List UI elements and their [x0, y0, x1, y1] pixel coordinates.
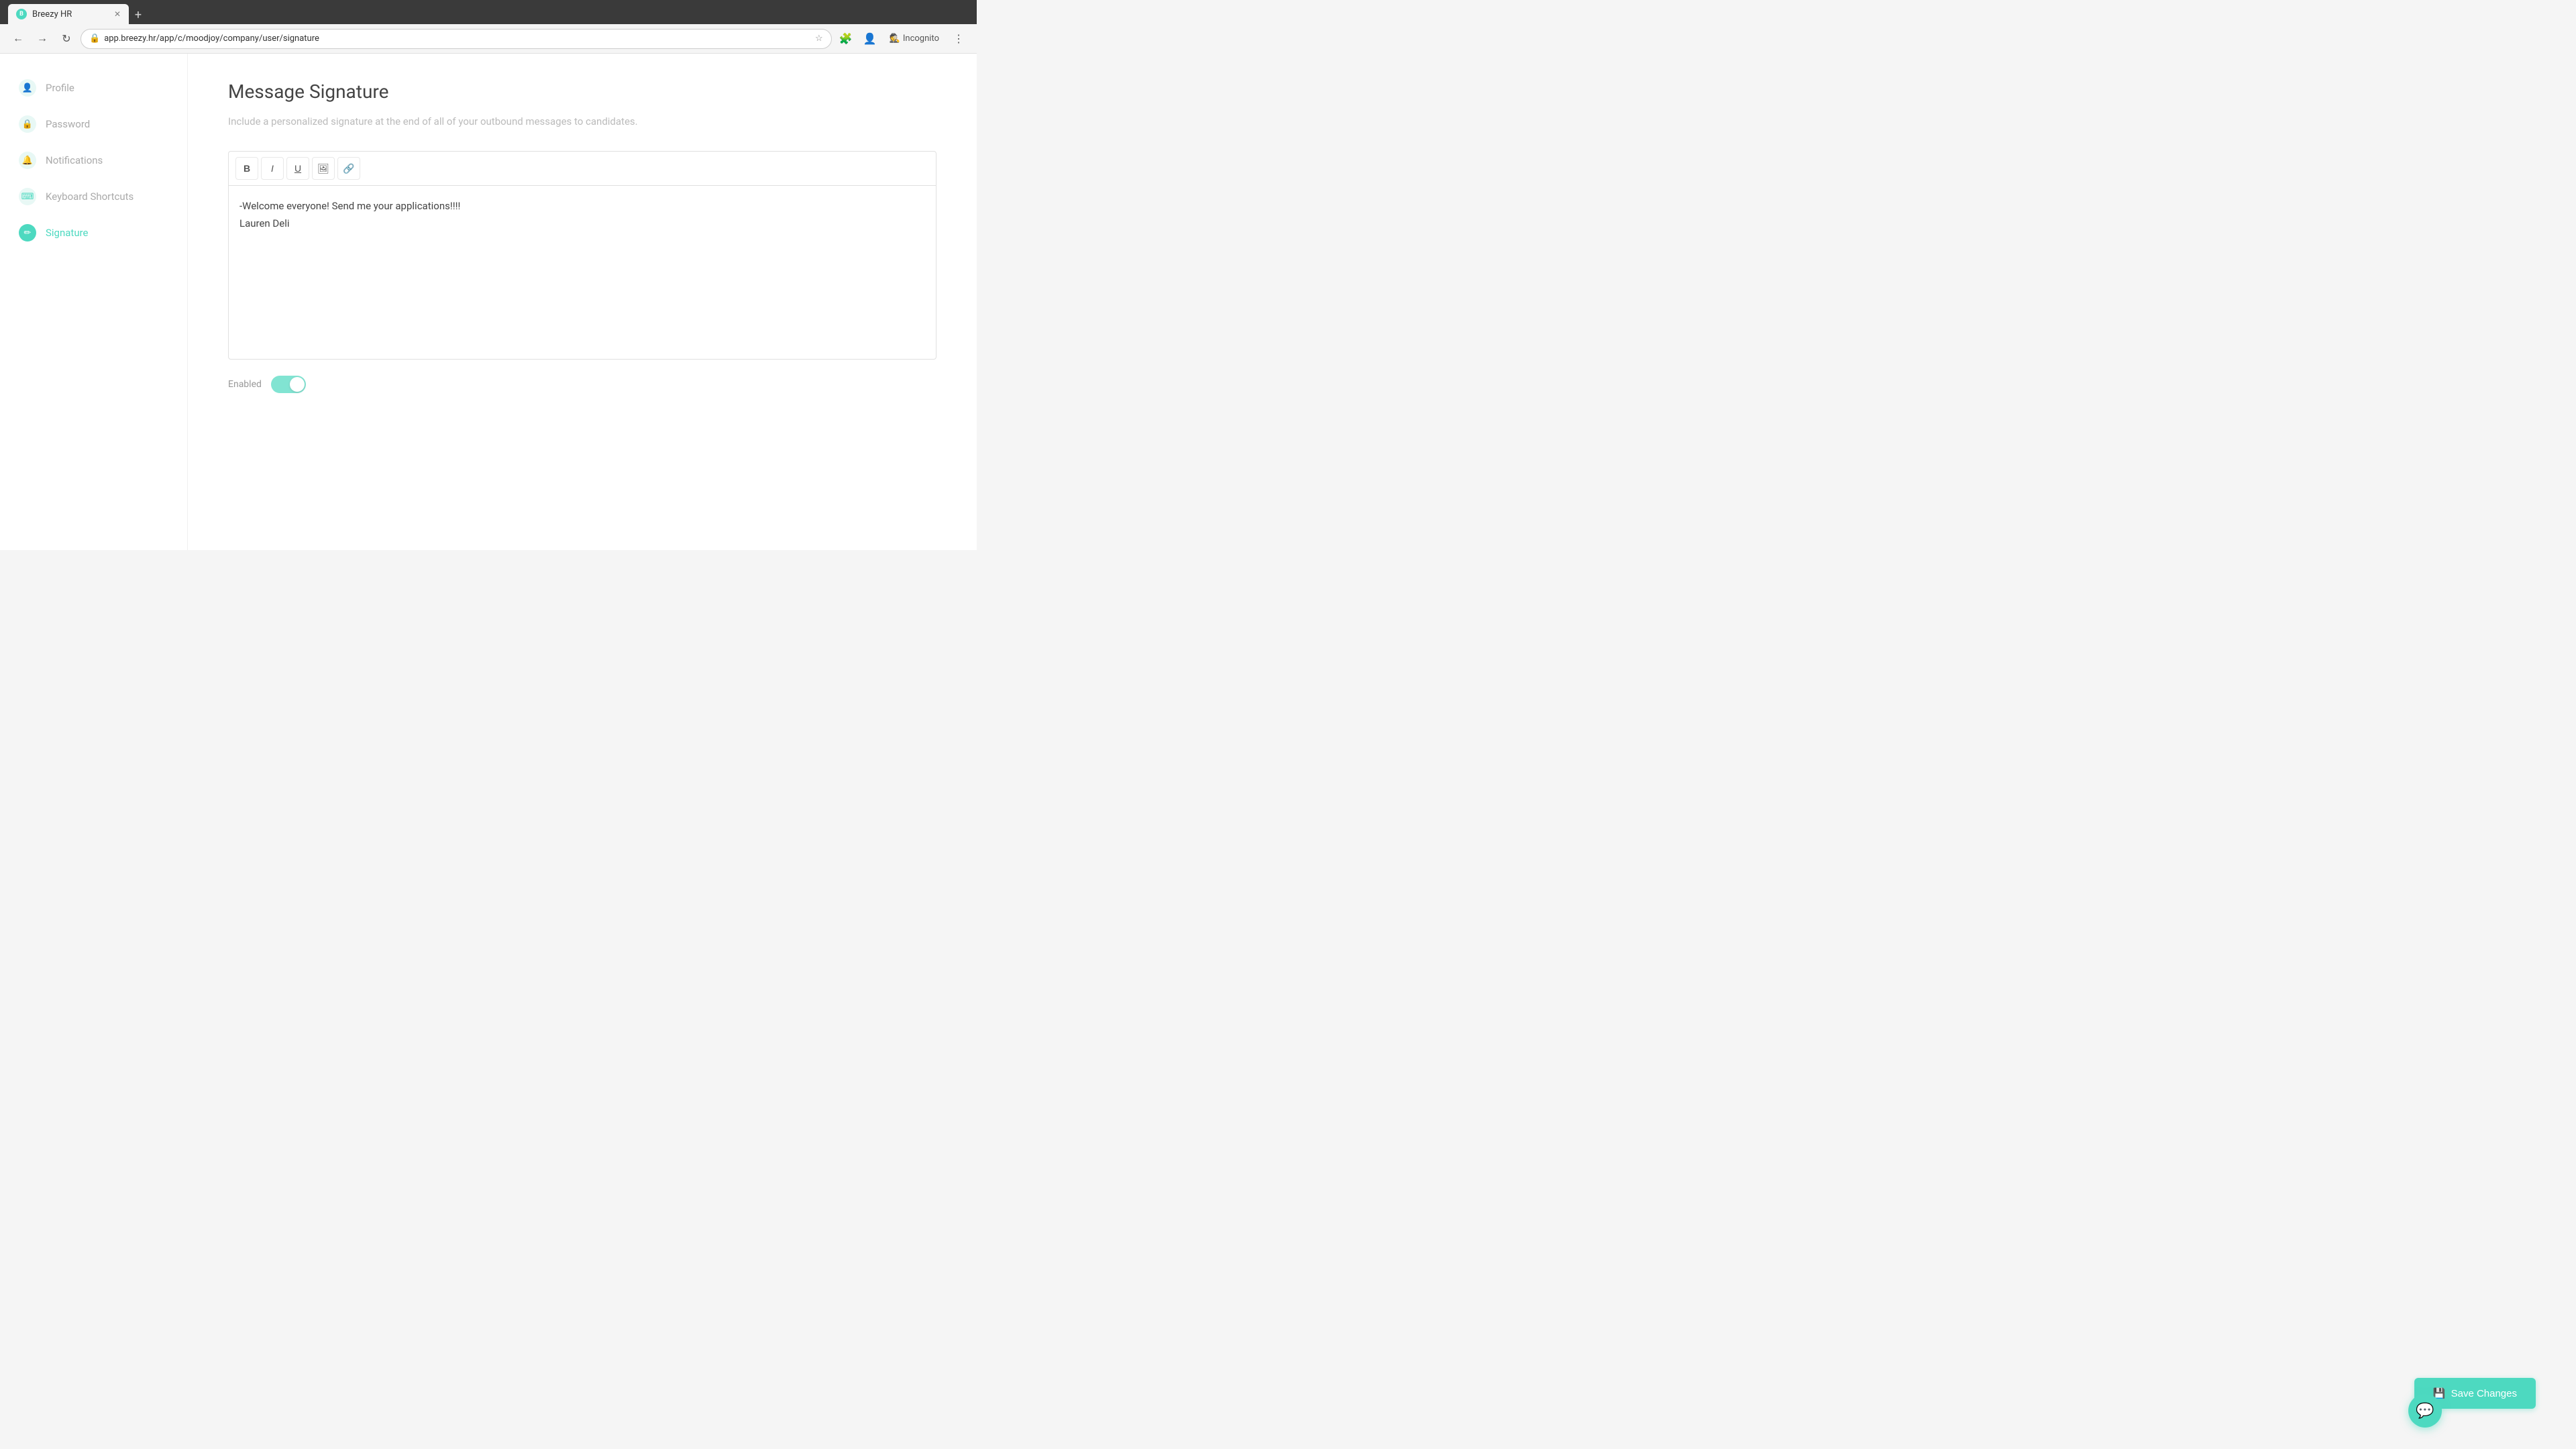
- extensions-button[interactable]: 🧩: [836, 29, 856, 49]
- image-button[interactable]: 🖼: [312, 157, 335, 180]
- sidebar-label-password: Password: [46, 118, 90, 130]
- lock-icon: 🔒: [89, 34, 100, 44]
- toggle-label: Enabled: [228, 379, 262, 390]
- url-text: app.breezy.hr/app/c/moodjoy/company/user…: [104, 34, 811, 44]
- profile-icon: 👤: [19, 79, 36, 97]
- toggle-row: Enabled: [228, 376, 936, 393]
- image-icon: 🖼: [317, 163, 329, 174]
- sidebar-label-signature: Signature: [46, 227, 89, 239]
- menu-button[interactable]: ⋮: [949, 29, 969, 49]
- sidebar-label-notifications: Notifications: [46, 154, 103, 166]
- tab-title: Breezy HR: [32, 9, 72, 19]
- bold-button[interactable]: B: [235, 157, 258, 180]
- tab-favicon: B: [16, 9, 27, 19]
- sidebar-item-password[interactable]: 🔒 Password: [0, 106, 187, 142]
- sidebar-item-profile[interactable]: 👤 Profile: [0, 70, 187, 106]
- app-container: 👤 Profile 🔒 Password 🔔 Notifications ⌨ K…: [0, 54, 977, 550]
- tab-bar: B Breezy HR ✕ +: [0, 0, 977, 24]
- sidebar: 👤 Profile 🔒 Password 🔔 Notifications ⌨ K…: [0, 54, 188, 550]
- underline-button[interactable]: U: [286, 157, 309, 180]
- link-button[interactable]: 🔗: [337, 157, 360, 180]
- address-bar[interactable]: 🔒 app.breezy.hr/app/c/moodjoy/company/us…: [80, 29, 832, 49]
- save-label: Save Changes: [2451, 1388, 2517, 1399]
- sidebar-label-keyboard-shortcuts: Keyboard Shortcuts: [46, 191, 133, 203]
- profile-button[interactable]: 👤: [860, 29, 880, 49]
- refresh-button[interactable]: ↻: [56, 29, 76, 49]
- forward-button[interactable]: →: [32, 29, 52, 49]
- tab-close-button[interactable]: ✕: [114, 9, 121, 19]
- active-tab[interactable]: B Breezy HR ✕: [8, 4, 129, 24]
- star-icon: ☆: [815, 34, 823, 44]
- incognito-label: Incognito: [903, 34, 939, 44]
- chat-icon: 💬: [2416, 1403, 2434, 1419]
- notifications-icon: 🔔: [19, 152, 36, 169]
- page-title: Message Signature: [228, 80, 936, 103]
- signature-line2: Lauren Deli: [239, 215, 925, 233]
- incognito-badge: 🕵️ Incognito: [884, 31, 945, 46]
- link-icon: 🔗: [343, 163, 354, 174]
- signature-icon: ✏: [19, 224, 36, 241]
- editor-toolbar: B I U 🖼 🔗: [228, 151, 936, 185]
- enabled-toggle[interactable]: [271, 376, 306, 393]
- bold-icon: B: [244, 163, 250, 174]
- back-button[interactable]: ←: [8, 29, 28, 49]
- nav-bar: ← → ↻ 🔒 app.breezy.hr/app/c/moodjoy/comp…: [0, 24, 977, 54]
- sidebar-item-keyboard-shortcuts[interactable]: ⌨ Keyboard Shortcuts: [0, 178, 187, 215]
- signature-editor[interactable]: -Welcome everyone! Send me your applicat…: [228, 185, 936, 360]
- sidebar-label-profile: Profile: [46, 82, 74, 94]
- italic-button[interactable]: I: [261, 157, 284, 180]
- signature-line1: -Welcome everyone! Send me your applicat…: [239, 198, 925, 215]
- sidebar-item-signature[interactable]: ✏ Signature: [0, 215, 187, 251]
- nav-actions: 🧩 👤 🕵️ Incognito ⋮: [836, 29, 969, 49]
- main-content: Message Signature Include a personalized…: [188, 54, 977, 550]
- sidebar-item-notifications[interactable]: 🔔 Notifications: [0, 142, 187, 178]
- password-icon: 🔒: [19, 115, 36, 133]
- incognito-icon: 🕵️: [890, 34, 900, 44]
- keyboard-icon: ⌨: [19, 188, 36, 205]
- underline-icon: U: [294, 163, 301, 174]
- italic-icon: I: [271, 163, 274, 174]
- chat-widget[interactable]: 💬: [2408, 1394, 2442, 1428]
- toggle-knob: [290, 377, 305, 392]
- new-tab-button[interactable]: +: [129, 5, 148, 24]
- page-description: Include a personalized signature at the …: [228, 113, 936, 129]
